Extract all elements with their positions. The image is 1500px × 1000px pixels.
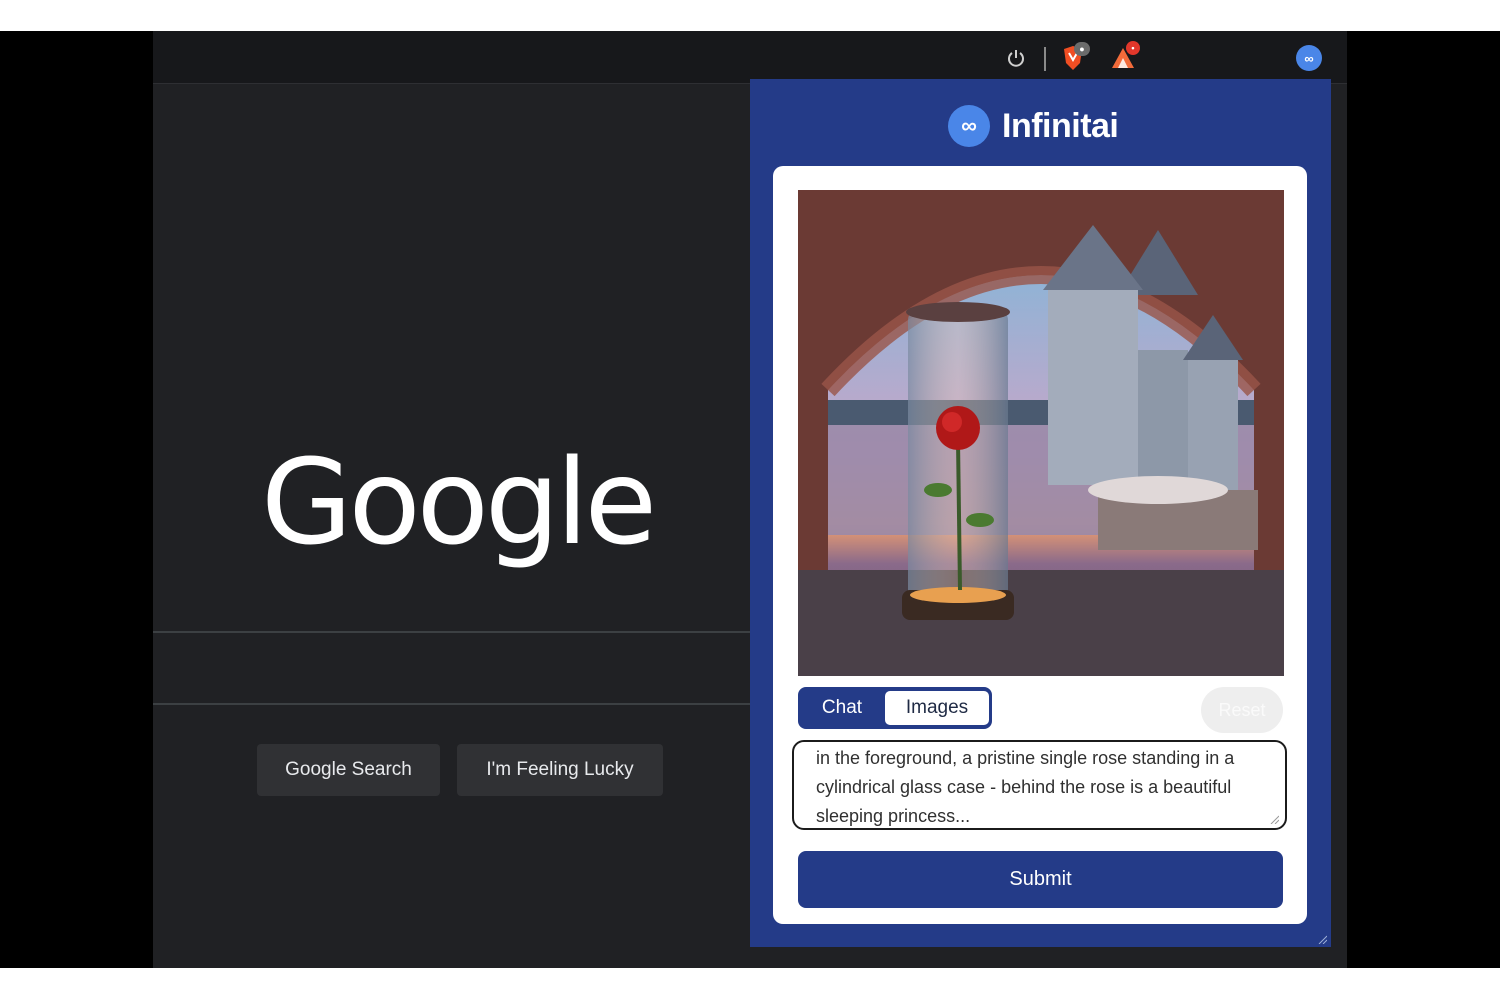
infinitai-popup: ∞ Infinitai Chat Images Reset in the for…	[750, 79, 1331, 947]
browser-window: ● • ∞ Google Google Search I'm Feeling L…	[153, 31, 1347, 968]
brand-header: ∞ Infinitai	[948, 103, 1119, 149]
google-logo: Google	[261, 433, 657, 571]
screen: ● • ∞ Google Google Search I'm Feeling L…	[0, 31, 1500, 968]
power-icon[interactable]	[1005, 47, 1027, 69]
infinity-logo-icon: ∞	[948, 105, 990, 147]
shields-count-badge: ●	[1074, 42, 1090, 56]
brave-rewards-icon[interactable]: •	[1108, 41, 1140, 72]
brave-shields-icon[interactable]: ●	[1060, 42, 1090, 72]
content-card: Chat Images Reset in the foreground, a p…	[773, 166, 1307, 924]
popup-resize-icon[interactable]	[1317, 934, 1327, 944]
tab-images[interactable]: Images	[885, 691, 989, 725]
submit-button[interactable]: Submit	[798, 851, 1283, 908]
tab-chat[interactable]: Chat	[802, 691, 882, 725]
google-search-box[interactable]	[153, 631, 753, 705]
google-search-button[interactable]: Google Search	[257, 744, 440, 796]
prompt-text: in the foreground, a pristine single ros…	[816, 748, 1235, 826]
resize-grip-icon[interactable]	[1269, 814, 1279, 824]
rewards-badge: •	[1126, 41, 1140, 55]
brand-name: Infinitai	[1002, 106, 1119, 145]
generated-image	[798, 190, 1284, 676]
browser-toolbar: ● • ∞	[153, 31, 1347, 84]
reset-button[interactable]: Reset	[1201, 687, 1283, 733]
prompt-input[interactable]: in the foreground, a pristine single ros…	[792, 740, 1287, 830]
feeling-lucky-button[interactable]: I'm Feeling Lucky	[457, 744, 663, 796]
mode-tabs: Chat Images	[798, 687, 992, 729]
infinitai-extension-icon[interactable]: ∞	[1296, 45, 1322, 71]
toolbar-divider	[1044, 47, 1046, 71]
